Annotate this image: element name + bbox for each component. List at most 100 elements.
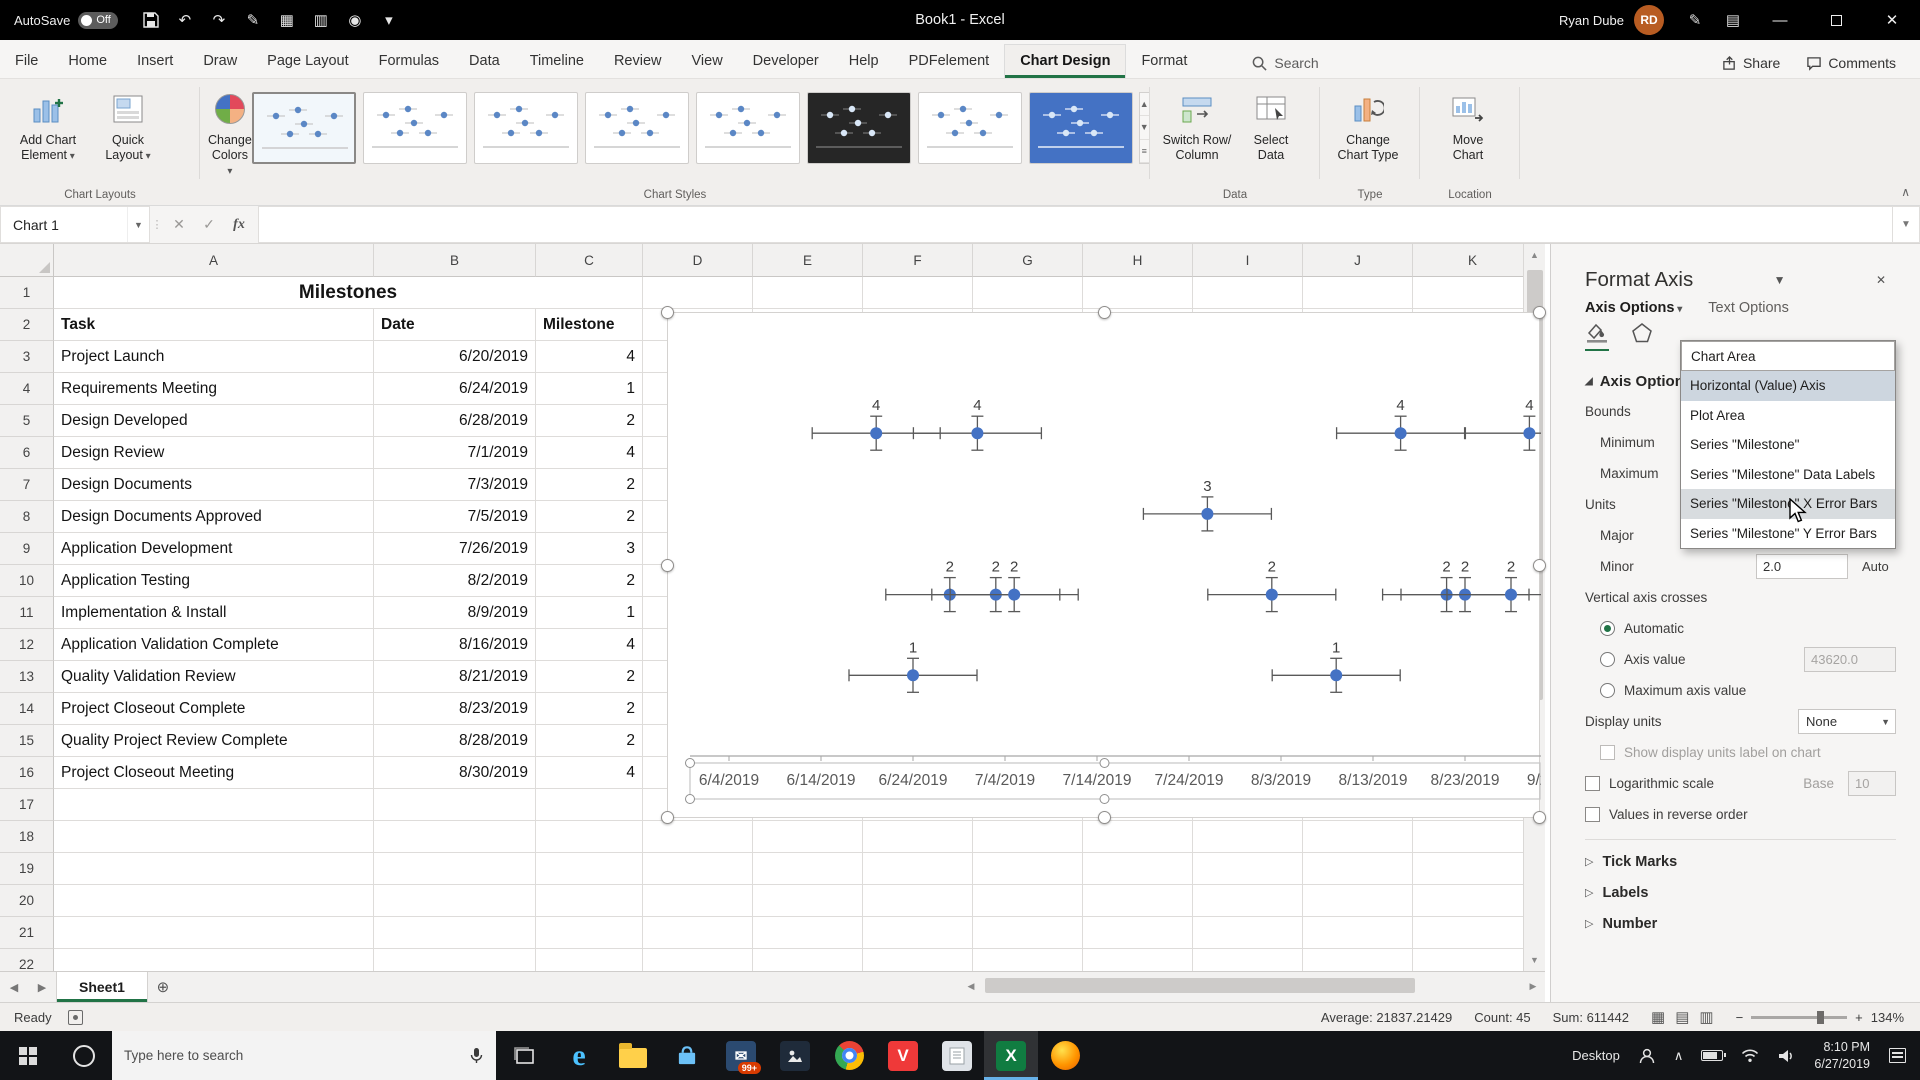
cell[interactable] — [536, 885, 643, 917]
date-cell[interactable]: 6/20/2019 — [374, 341, 536, 373]
date-cell[interactable]: 7/5/2019 — [374, 501, 536, 533]
cell[interactable] — [973, 853, 1083, 885]
header-cell-task[interactable]: Task — [54, 309, 374, 341]
cell[interactable] — [1413, 917, 1533, 949]
ribbon-tab-timeline[interactable]: Timeline — [515, 45, 599, 78]
task-cell[interactable]: Application Development — [54, 533, 374, 565]
milestone-chart[interactable]: 6/4/20196/14/20196/24/20197/4/20197/14/2… — [667, 312, 1540, 818]
cell[interactable] — [973, 277, 1083, 309]
avatar[interactable]: RD — [1634, 5, 1664, 35]
microphone-icon[interactable] — [469, 1047, 484, 1065]
move-chart-button[interactable]: MoveChart — [1428, 83, 1508, 183]
gallery-down-icon[interactable]: ▼ — [1140, 116, 1149, 139]
row-header-9[interactable]: 9 — [0, 533, 54, 565]
cell[interactable] — [1193, 821, 1303, 853]
add-chart-element-button[interactable]: Add ChartElement — [8, 83, 88, 183]
row-header-1[interactable]: 1 — [0, 277, 54, 309]
user-name[interactable]: Ryan Dube — [1559, 13, 1624, 28]
ribbon-tab-file[interactable]: File — [0, 45, 53, 78]
cell[interactable] — [973, 949, 1083, 971]
milestone-cell[interactable]: 2 — [536, 693, 643, 725]
cell[interactable] — [643, 917, 753, 949]
zoom-out-icon[interactable]: − — [1736, 1010, 1744, 1025]
cell[interactable] — [1413, 885, 1533, 917]
dropdown-item-horizontal-value-axis[interactable]: Horizontal (Value) Axis — [1681, 371, 1895, 401]
log-base-input[interactable]: 10 — [1848, 771, 1896, 796]
row-header-20[interactable]: 20 — [0, 885, 54, 917]
photos-icon[interactable] — [768, 1031, 822, 1080]
milestone-cell[interactable]: 4 — [536, 629, 643, 661]
cell[interactable] — [1303, 917, 1413, 949]
horizontal-scroll-thumb[interactable] — [985, 978, 1415, 993]
task-cell[interactable]: Application Testing — [54, 565, 374, 597]
action-center-icon[interactable] — [1880, 1031, 1920, 1080]
column-header-i[interactable]: I — [1193, 244, 1303, 277]
cell[interactable] — [536, 789, 643, 821]
record-icon[interactable]: ◉ — [340, 6, 370, 34]
chart-handle-top-left[interactable] — [661, 306, 674, 319]
task-cell[interactable]: Project Closeout Complete — [54, 693, 374, 725]
log-scale-checkbox-row[interactable]: Logarithmic scale Base10 — [1585, 768, 1896, 799]
tab-text-options[interactable]: Text Options — [1708, 300, 1789, 316]
cell[interactable] — [643, 853, 753, 885]
firefox-icon[interactable] — [1038, 1031, 1092, 1080]
task-view-icon[interactable] — [496, 1031, 552, 1080]
taskbar-search-box[interactable]: Type here to search — [112, 1031, 496, 1080]
customize-quick-access-icon[interactable]: ▾ — [374, 6, 404, 34]
chart-handle-right[interactable] — [1533, 559, 1546, 572]
cell[interactable] — [1193, 949, 1303, 971]
row-header-3[interactable]: 3 — [0, 341, 54, 373]
row-header-12[interactable]: 12 — [0, 629, 54, 661]
chart-style-5[interactable] — [696, 92, 800, 164]
task-cell[interactable]: Implementation & Install — [54, 597, 374, 629]
cell[interactable] — [1193, 277, 1303, 309]
row-header-13[interactable]: 13 — [0, 661, 54, 693]
ribbon-tab-help[interactable]: Help — [834, 45, 894, 78]
chart-style-4[interactable] — [585, 92, 689, 164]
column-header-c[interactable]: C — [536, 244, 643, 277]
milestone-cell[interactable]: 2 — [536, 565, 643, 597]
task-cell[interactable]: Design Documents — [54, 469, 374, 501]
date-cell[interactable]: 6/24/2019 — [374, 373, 536, 405]
column-header-d[interactable]: D — [643, 244, 753, 277]
share-button[interactable]: Share — [1722, 55, 1780, 71]
cell[interactable] — [863, 917, 973, 949]
chart-handle-bottom[interactable] — [1098, 811, 1111, 824]
zoom-level[interactable]: 134% — [1871, 1010, 1904, 1025]
axis-value-radio[interactable] — [1600, 652, 1615, 667]
number-section[interactable]: ▷Number — [1585, 908, 1896, 939]
file-explorer-icon[interactable] — [606, 1031, 660, 1080]
ribbon-tab-data[interactable]: Data — [454, 45, 515, 78]
table-icon[interactable]: ▦ — [272, 6, 302, 34]
task-cell[interactable]: Design Developed — [54, 405, 374, 437]
date-cell[interactable]: 8/23/2019 — [374, 693, 536, 725]
mail-icon[interactable]: ✉99+ — [714, 1031, 768, 1080]
reverse-order-checkbox[interactable] — [1585, 807, 1600, 822]
milestone-cell[interactable]: 1 — [536, 373, 643, 405]
sheet-tab-sheet1[interactable]: Sheet1 — [56, 972, 148, 1002]
cell[interactable] — [863, 949, 973, 971]
ribbon-display-options-icon[interactable]: ▤ — [1714, 0, 1752, 40]
search-box[interactable]: Search — [1252, 55, 1318, 71]
row-header-14[interactable]: 14 — [0, 693, 54, 725]
cell[interactable] — [374, 789, 536, 821]
tab-scroll-right-icon[interactable]: ▶ — [28, 972, 56, 1002]
cell[interactable] — [753, 821, 863, 853]
row-header-5[interactable]: 5 — [0, 405, 54, 437]
reverse-order-checkbox-row[interactable]: Values in reverse order — [1585, 799, 1896, 830]
row-header-17[interactable]: 17 — [0, 789, 54, 821]
gallery-up-icon[interactable]: ▲ — [1140, 93, 1149, 116]
cell[interactable] — [54, 789, 374, 821]
cell[interactable] — [1303, 821, 1413, 853]
cell[interactable] — [54, 917, 374, 949]
cell[interactable] — [753, 277, 863, 309]
ribbon-tab-format[interactable]: Format — [1126, 45, 1202, 78]
ribbon-tab-chart-design[interactable]: Chart Design — [1004, 44, 1126, 78]
axis-value-radio-row[interactable]: Axis value 43620.0 — [1585, 644, 1896, 675]
dropdown-item-series-milestone-data-labels[interactable]: Series "Milestone" Data Labels — [1681, 460, 1895, 490]
log-scale-checkbox[interactable] — [1585, 776, 1600, 791]
effects-icon[interactable] — [1631, 322, 1653, 350]
header-cell-date[interactable]: Date — [374, 309, 536, 341]
edge-icon[interactable]: e — [552, 1031, 606, 1080]
undo-button[interactable]: ↶ — [170, 6, 200, 34]
